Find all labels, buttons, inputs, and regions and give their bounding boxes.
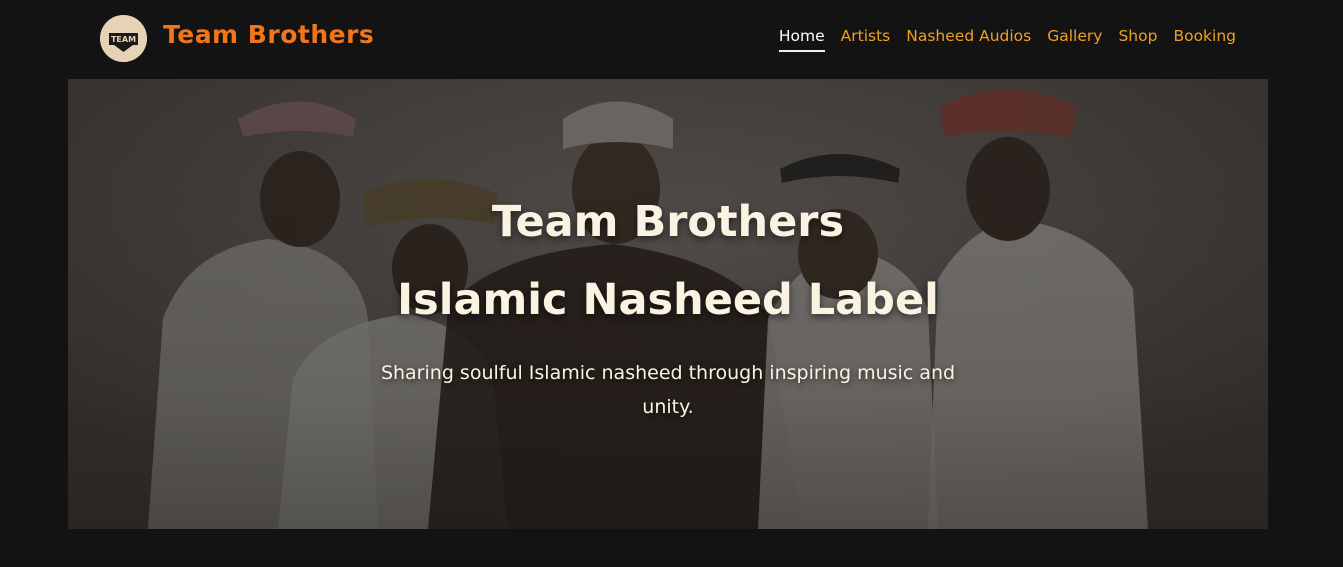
hero-banner: Team Brothers Islamic Nasheed Label Shar… [68, 79, 1268, 529]
nav-gallery[interactable]: Gallery [1047, 27, 1102, 52]
hero-subtitle: Sharing soulful Islamic nasheed through … [380, 362, 956, 418]
nav-nasheed-audios[interactable]: Nasheed Audios [906, 27, 1031, 52]
logo-emblem-icon: TEAM [100, 15, 147, 62]
main-nav: Home Artists Nasheed Audios Gallery Shop… [778, 27, 1236, 52]
site-header: TEAM Team Brothers Home Artists Nasheed … [0, 0, 1343, 79]
hero-title-secondary: Islamic Nasheed Label [397, 275, 939, 325]
brand-logo[interactable]: TEAM [100, 15, 147, 62]
svg-text:TEAM: TEAM [111, 35, 136, 44]
nav-artists[interactable]: Artists [841, 27, 891, 52]
nav-booking[interactable]: Booking [1173, 27, 1236, 52]
nav-shop[interactable]: Shop [1118, 27, 1157, 52]
brand-name[interactable]: Team Brothers [163, 20, 374, 49]
nav-home[interactable]: Home [778, 27, 825, 52]
hero-title: Team Brothers [491, 197, 845, 247]
